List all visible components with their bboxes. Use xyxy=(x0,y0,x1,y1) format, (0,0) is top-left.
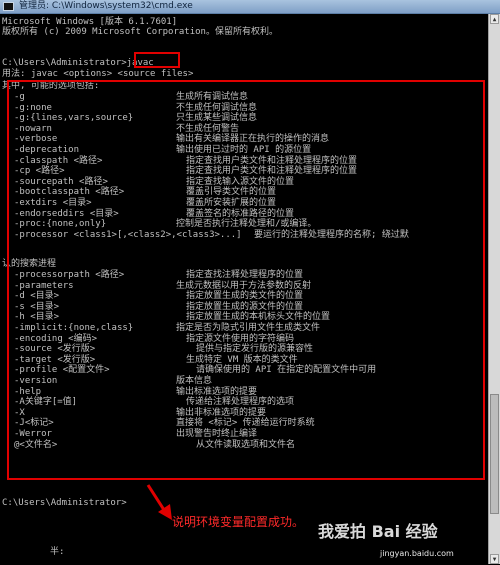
usage-line: 用法: javac <options> <source files> xyxy=(2,69,194,79)
scroll-down-button[interactable]: ▼ xyxy=(490,554,499,564)
annotation-text: 说明环境变量配置成功。 xyxy=(172,515,305,529)
scroll-up-button[interactable]: ▲ xyxy=(490,14,499,24)
copyright-line: 版权所有 (c) 2009 Microsoft Corporation。保留所有… xyxy=(2,27,278,37)
scroll-thumb[interactable] xyxy=(490,394,499,514)
highlight-options-box xyxy=(7,80,485,480)
ime-status: 半: xyxy=(50,547,65,557)
window-title: 管理员: C:\Windows\system32\cmd.exe xyxy=(19,1,193,11)
command-prompt-empty: C:\Users\Administrator> xyxy=(2,498,127,508)
vertical-scrollbar[interactable]: ▲ ▼ xyxy=(488,14,500,564)
cmd-app-icon xyxy=(3,2,14,11)
command-prompt-javac: C:\Users\Administrator>javac xyxy=(2,58,154,68)
version-line: Microsoft Windows [版本 6.1.7601] xyxy=(2,17,178,27)
window-titlebar[interactable]: 管理员: C:\Windows\system32\cmd.exe xyxy=(0,0,500,14)
watermark-logo: 我爱拍 Bai 经验 xyxy=(318,522,438,541)
watermark-url: jingyan.baidu.com xyxy=(380,549,454,558)
highlight-javac-box xyxy=(134,52,180,68)
